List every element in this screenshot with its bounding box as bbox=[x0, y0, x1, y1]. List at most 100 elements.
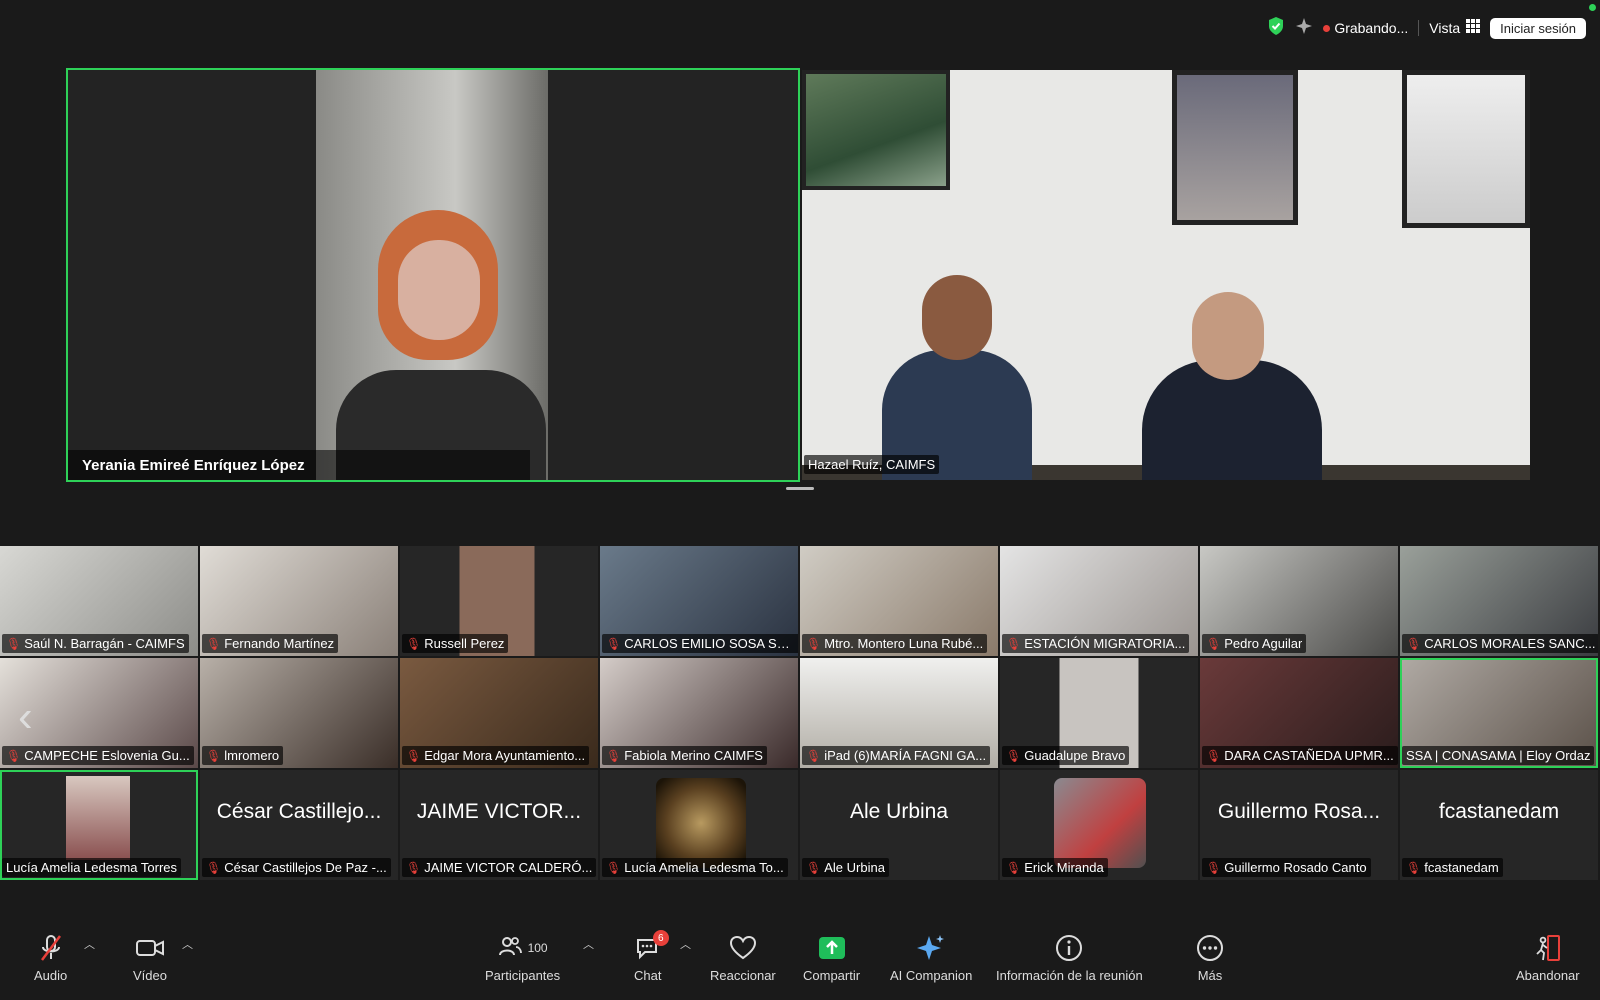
more-button[interactable]: Más bbox=[1196, 932, 1224, 983]
audio-button[interactable]: Audio bbox=[34, 932, 67, 983]
chat-badge: 6 bbox=[652, 930, 669, 946]
more-icon bbox=[1196, 932, 1224, 964]
ai-sparkle-icon bbox=[916, 932, 946, 964]
video-button[interactable]: Vídeo bbox=[133, 932, 167, 983]
participant-tile[interactable]: 🎙 Edgar Mora Ayuntamiento... bbox=[400, 658, 598, 768]
participant-tile[interactable]: Lucía Amelia Ledesma Torres bbox=[0, 770, 198, 880]
shield-icon[interactable] bbox=[1267, 16, 1285, 41]
participant-tile[interactable]: 🎙 Lucía Amelia Ledesma To... bbox=[600, 770, 798, 880]
recording-indicator[interactable]: Grabando... bbox=[1323, 20, 1408, 36]
video-label: Vídeo bbox=[133, 968, 167, 983]
participant-tile[interactable]: César Castillejo... 🎙 César Castillejos D… bbox=[200, 770, 398, 880]
muted-mic-icon: 🎙 bbox=[806, 860, 822, 875]
leave-button[interactable]: Abandonar bbox=[1516, 932, 1580, 983]
muted-mic-icon: 🎙 bbox=[6, 636, 22, 651]
participant-tile[interactable]: 🎙 Guadalupe Bravo bbox=[1000, 658, 1198, 768]
speaker-name-tag: Hazael Ruíz, CAIMFS bbox=[804, 455, 940, 474]
chevron-up-icon[interactable]: ︿ bbox=[583, 936, 594, 952]
participant-tile[interactable]: 🎙 Russell Perez bbox=[400, 546, 598, 656]
participant-tile[interactable]: 🎙 Erick Miranda bbox=[1000, 770, 1198, 880]
participant-display-name: fcastanedam bbox=[1438, 800, 1560, 823]
chevron-up-icon[interactable]: ︿ bbox=[182, 936, 193, 952]
speaker-tile-1[interactable]: Yerania Emireé Enríquez López bbox=[66, 68, 800, 482]
recording-dot-icon bbox=[1323, 24, 1331, 32]
chevron-left-icon[interactable]: ‹ bbox=[18, 692, 33, 742]
participant-tile[interactable]: JAIME VICTOR... 🎙 JAIME VICTOR CALDERÓ... bbox=[400, 770, 598, 880]
participant-name: 🎙 DARA CASTAÑEDA UPMR... bbox=[1202, 746, 1398, 765]
muted-mic-icon: 🎙 bbox=[1206, 636, 1222, 651]
share-button[interactable]: Compartir bbox=[803, 932, 860, 983]
participant-gallery: 🎙 Saúl N. Barragán - CAIMFS 🎙 Fernando Mar… bbox=[0, 546, 1600, 884]
participant-tile[interactable]: 🎙 Pedro Aguilar bbox=[1200, 546, 1398, 656]
participant-tile[interactable]: 🎙 DARA CASTAÑEDA UPMR... bbox=[1200, 658, 1398, 768]
participant-name: 🎙 Pedro Aguilar bbox=[1202, 634, 1307, 653]
sign-in-button[interactable]: Iniciar sesión bbox=[1490, 17, 1586, 39]
participant-name: 🎙 Ale Urbina bbox=[802, 858, 889, 877]
info-icon bbox=[1055, 932, 1083, 964]
wall-picture bbox=[802, 70, 950, 190]
participant-name: 🎙 Edgar Mora Ayuntamiento... bbox=[402, 746, 590, 765]
muted-mic-icon: 🎙 bbox=[206, 860, 222, 875]
participant-name: 🎙 Guadalupe Bravo bbox=[1002, 746, 1130, 765]
participant-name: 🎙 lmromero bbox=[202, 746, 284, 765]
status-dot-icon bbox=[1589, 4, 1596, 11]
participant-tile[interactable]: 🎙 iPad (6)MARÍA FAGNI GA... bbox=[800, 658, 998, 768]
view-button[interactable]: Vista bbox=[1429, 18, 1481, 38]
participant-name: 🎙 fcastanedam bbox=[1402, 858, 1503, 877]
share-label: Compartir bbox=[803, 968, 861, 983]
ai-companion-button[interactable]: AI Companion bbox=[890, 932, 972, 983]
participants-count: 100 bbox=[527, 941, 548, 955]
participants-label: Participantes bbox=[485, 968, 561, 983]
speaker-name: Yerania Emireé Enríquez López bbox=[82, 456, 305, 474]
participant-name: 🎙 CAMPECHE Eslovenia Gu... bbox=[2, 746, 194, 765]
resize-handle[interactable] bbox=[786, 487, 814, 490]
grid-icon bbox=[1466, 18, 1481, 38]
chevron-up-icon[interactable]: ︿ bbox=[680, 936, 691, 952]
participant-tile[interactable]: 🎙 Fabiola Merino CAIMFS bbox=[600, 658, 798, 768]
participant-tile[interactable]: 🎙 Mtro. Montero Luna Rubé... bbox=[800, 546, 998, 656]
ai-companion-label: AI Companion bbox=[890, 968, 973, 983]
sparkle-icon[interactable] bbox=[1295, 17, 1313, 40]
react-button[interactable]: Reaccionar bbox=[710, 932, 776, 983]
participant-name: SSA | CONASAMA | Eloy Ordaz bbox=[1402, 746, 1595, 765]
muted-mic-icon: 🎙 bbox=[406, 860, 422, 875]
chevron-up-icon[interactable]: ︿ bbox=[84, 936, 95, 952]
participant-tile[interactable]: SSA | CONASAMA | Eloy Ordaz bbox=[1400, 658, 1598, 768]
participant-name: 🎙 CARLOS MORALES SANC... bbox=[1402, 634, 1598, 653]
participant-name: 🎙 Erick Miranda bbox=[1002, 858, 1108, 877]
participant-name: 🎙 Fernando Martínez bbox=[202, 634, 339, 653]
participant-tile[interactable]: 🎙 CARLOS MORALES SANC... bbox=[1400, 546, 1598, 656]
muted-mic-icon: 🎙 bbox=[6, 748, 22, 763]
muted-mic-icon: 🎙 bbox=[806, 748, 822, 763]
muted-mic-icon: 🎙 bbox=[1206, 860, 1222, 875]
participant-tile[interactable]: 🎙 CARLOS EMILIO SOSA SA... bbox=[600, 546, 798, 656]
participant-name: 🎙 JAIME VICTOR CALDERÓ... bbox=[402, 858, 597, 877]
participant-name: 🎙 Guillermo Rosado Canto bbox=[1202, 858, 1371, 877]
participant-tile[interactable]: 🎙 lmromero bbox=[200, 658, 398, 768]
muted-mic-icon: 🎙 bbox=[206, 636, 222, 651]
top-bar: Grabando... Vista Iniciar sesión bbox=[0, 0, 1600, 52]
participant-tile[interactable]: 🎙 Saúl N. Barragán - CAIMFS bbox=[0, 546, 198, 656]
muted-mic-icon: 🎙 bbox=[1406, 636, 1422, 651]
participant-tile[interactable]: Ale Urbina 🎙 Ale Urbina bbox=[800, 770, 998, 880]
participants-button[interactable]: 100 Participantes bbox=[485, 932, 560, 983]
top-controls: Grabando... Vista Iniciar sesión bbox=[1267, 16, 1586, 40]
participant-tile[interactable]: 🎙 Fernando Martínez bbox=[200, 546, 398, 656]
speaker-tile-2[interactable]: Hazael Ruíz, CAIMFS bbox=[802, 70, 1530, 480]
participant-tile[interactable]: fcastanedam 🎙 fcastanedam bbox=[1400, 770, 1598, 880]
muted-mic-icon: 🎙 bbox=[1006, 636, 1022, 651]
meeting-info-button[interactable]: Información de la reunión bbox=[996, 932, 1143, 983]
participant-tile[interactable]: 🎙 ESTACIÓN MIGRATORIA... bbox=[1000, 546, 1198, 656]
meeting-info-label: Información de la reunión bbox=[996, 968, 1143, 983]
participant-avatar bbox=[1054, 778, 1146, 868]
participant-avatar bbox=[66, 776, 130, 860]
speaker-name-strip: Yerania Emireé Enríquez López bbox=[68, 450, 530, 480]
chat-button[interactable]: 6 Chat bbox=[634, 930, 669, 983]
participant-name: 🎙 Fabiola Merino CAIMFS bbox=[602, 746, 767, 765]
participant-display-name: JAIME VICTOR... bbox=[416, 800, 582, 823]
share-screen-icon bbox=[818, 932, 846, 964]
video-subject-face bbox=[922, 275, 992, 360]
participant-tile[interactable]: Guillermo Rosa... 🎙 Guillermo Rosado Cant… bbox=[1200, 770, 1398, 880]
participant-display-name: Guillermo Rosa... bbox=[1217, 800, 1381, 823]
wall-picture bbox=[1402, 70, 1530, 228]
